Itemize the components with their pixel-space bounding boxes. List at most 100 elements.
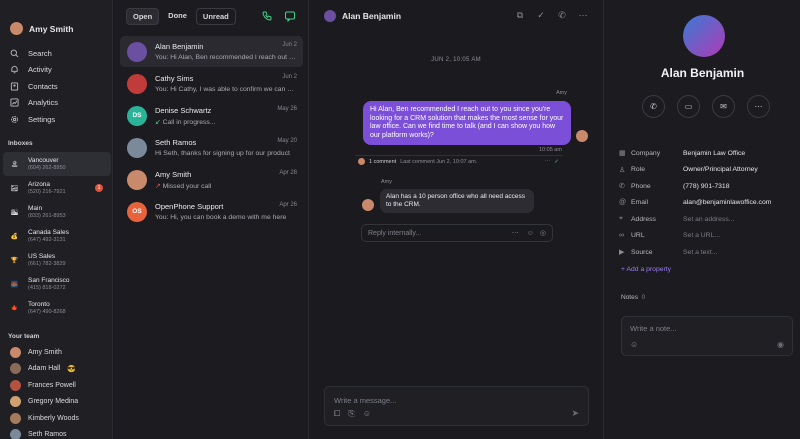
resolve-icon[interactable]: ✓ <box>554 159 559 165</box>
tab-done[interactable]: Done <box>162 8 193 25</box>
nav-contacts[interactable]: Contacts <box>10 78 110 95</box>
team-member[interactable]: Frances Powell <box>10 377 110 394</box>
nav-settings[interactable]: Settings <box>10 111 110 128</box>
nav-analytics[interactable]: Analytics <box>10 95 110 112</box>
field-company[interactable]: ▦ Company Benjamin Law Office <box>619 145 794 162</box>
conversation-date: May 20 <box>277 138 297 144</box>
snippet-icon[interactable]: ⧠ <box>334 409 340 419</box>
missed-call-icon: ↗ <box>155 182 163 190</box>
emoji-icon[interactable]: ☺ <box>527 230 534 237</box>
field-value[interactable]: Benjamin Law Office <box>683 150 745 157</box>
phone-icon: ✆ <box>650 102 657 111</box>
field-phone[interactable]: ✆ Phone (778) 901-7318 <box>619 178 794 195</box>
add-property-button[interactable]: + Add a property <box>621 266 671 273</box>
team-member[interactable]: Seth Ramos <box>10 427 110 439</box>
team-member-name: Gregory Medina <box>28 398 79 406</box>
chat-header: Alan Benjamin <box>324 10 401 22</box>
inbox-arizona[interactable]: 🏜 Arizona (520) 216-7921 1 <box>3 176 111 200</box>
note-input[interactable]: Write a note... <box>630 324 677 333</box>
field-url[interactable]: ∞ URL Set a URL... <box>619 228 794 245</box>
phone-icon: ✆ <box>619 183 625 191</box>
avatar <box>10 363 21 375</box>
more-button[interactable]: ⋯ <box>747 95 770 118</box>
conversation-item[interactable]: Seth Ramos May 20 Hi Seth, thanks for sig… <box>120 132 303 163</box>
current-user[interactable]: Amy Smith <box>10 22 73 35</box>
conversation-item[interactable]: DS Denise Schwartz May 26 ↙ Call in progr… <box>120 100 303 131</box>
building-icon: ▦ <box>619 150 626 158</box>
field-label: Email <box>631 199 648 207</box>
team-member-name: Amy Smith <box>28 348 62 356</box>
more-icon[interactable]: ⋯ <box>512 229 519 237</box>
internal-note: Alan has a 10 person office who all need… <box>380 189 534 213</box>
call-icon[interactable]: ✆ <box>557 10 567 20</box>
conversation-preview: Call in progress... <box>162 118 216 126</box>
inbox-phone: (415) 818-0272 <box>28 284 66 291</box>
avatar <box>10 22 23 35</box>
nav-label: Contacts <box>28 81 58 91</box>
conversation-preview: You: Hi Cathy, I was able to confirm we … <box>155 86 303 93</box>
call-button[interactable]: ✆ <box>642 95 665 118</box>
message-input[interactable]: Write a message... <box>334 396 396 405</box>
conversation-item[interactable]: Cathy Sims Jun 2 You: Hi Cathy, I was abl… <box>120 68 303 99</box>
new-message-icon[interactable] <box>284 10 296 22</box>
tab-unread[interactable]: Unread <box>195 8 236 25</box>
email-button[interactable]: ✉ <box>712 95 735 118</box>
team-member-name: Adam Hall <box>28 365 61 373</box>
inbox-toronto[interactable]: 🍁 Toronto (647) 490-8268 <box>3 296 111 320</box>
field-address[interactable]: ⌖ Address Set an address... <box>619 211 794 228</box>
team-member[interactable]: Adam Hall 😎 <box>10 361 110 378</box>
nav-label: Analytics <box>28 98 59 108</box>
snooze-icon[interactable]: ⧉ <box>515 10 525 20</box>
team-member[interactable]: Gregory Medina <box>10 394 110 411</box>
nav-activity[interactable]: Activity <box>10 62 110 79</box>
field-source[interactable]: ▶ Source Set a text... <box>619 244 794 261</box>
send-icon[interactable]: ◉ <box>777 340 784 349</box>
new-call-icon[interactable] <box>261 10 273 22</box>
conversation-item[interactable]: Alan Benjamin Jun 2 You: Hi Alan, Ben rec… <box>120 36 303 67</box>
field-value[interactable]: (778) 901-7318 <box>683 183 729 190</box>
send-icon[interactable]: ◎ <box>540 229 546 237</box>
inbox-san-francisco[interactable]: 🌉 San Francisco (415) 818-0272 <box>3 272 111 296</box>
comment-meta: Last comment Jun 2, 10:07 am. <box>400 158 478 165</box>
field-value[interactable]: Set an address... <box>683 216 734 223</box>
field-value[interactable]: Set a URL... <box>683 232 720 239</box>
chat-title: Alan Benjamin <box>342 11 402 21</box>
tab-open[interactable]: Open <box>126 8 160 25</box>
field-value[interactable]: alan@benjaminlawoffice.com <box>683 199 771 206</box>
team-member[interactable]: Amy Smith <box>10 344 110 361</box>
comment-thread-bar[interactable]: 1 comment Last comment Jun 2, 10:07 am. … <box>355 155 563 167</box>
message-composer[interactable]: Write a message... ⧠ ⎘ ☺ ➤ <box>324 386 589 426</box>
person-icon: ♙ <box>619 166 626 174</box>
inbox-name: Toronto <box>28 300 50 308</box>
money-bag-icon: 💰 <box>10 233 19 240</box>
send-icon[interactable]: ➤ <box>571 408 579 419</box>
inbox-us-sales[interactable]: 🏆 US Sales (661) 782-3829 <box>3 248 111 272</box>
conversation-name: Amy Smith <box>155 169 192 179</box>
nav-search[interactable]: Search <box>10 45 110 62</box>
sidebar: Amy Smith Search Activity Contacts Analy… <box>0 0 113 439</box>
message-button[interactable]: ▭ <box>677 95 700 118</box>
field-value[interactable]: Set a text... <box>683 249 717 256</box>
field-value[interactable]: Owner/Principal Attorney <box>683 166 758 173</box>
team-list: Amy Smith Adam Hall 😎 Frances Powell Greg… <box>10 344 110 439</box>
conversation-item[interactable]: Amy Smith Apr 28 ↗ Missed your call <box>120 164 303 195</box>
inbox-canada-sales[interactable]: 💰 Canada Sales (647) 492-3131 <box>3 224 111 248</box>
field-role[interactable]: ♙ Role Owner/Principal Attorney <box>619 162 794 179</box>
attachment-icon[interactable]: ⎘ <box>348 409 354 419</box>
emoji-icon[interactable]: ☺ <box>630 340 638 349</box>
field-email[interactable]: @ Email alan@benjaminlawoffice.com <box>619 195 794 212</box>
note-composer[interactable]: Write a note... ☺ ◉ <box>621 316 793 356</box>
inbox-main[interactable]: 🏙 Main (833) 261-8953 <box>3 200 111 224</box>
inbox-vancouver[interactable]: 🏝 Vancouver (604) 262-8950 <box>3 152 111 176</box>
emoji-icon[interactable]: ☺ <box>363 409 371 419</box>
team-heading: Your team <box>8 333 40 340</box>
team-member[interactable]: Kimberly Woods <box>10 410 110 427</box>
comment-count: 1 comment <box>369 158 397 165</box>
avatar <box>10 346 21 358</box>
reply-internally-input[interactable]: Reply internally... ⋯ ☺ ◎ <box>361 224 553 242</box>
more-icon[interactable]: ⋯ <box>545 159 551 165</box>
conversation-date: Apr 26 <box>279 202 297 208</box>
mark-done-icon[interactable]: ✓ <box>536 10 546 20</box>
more-icon[interactable]: ⋯ <box>578 10 588 20</box>
conversation-item[interactable]: OS OpenPhone Support Apr 26 You: Hi, you … <box>120 196 303 227</box>
